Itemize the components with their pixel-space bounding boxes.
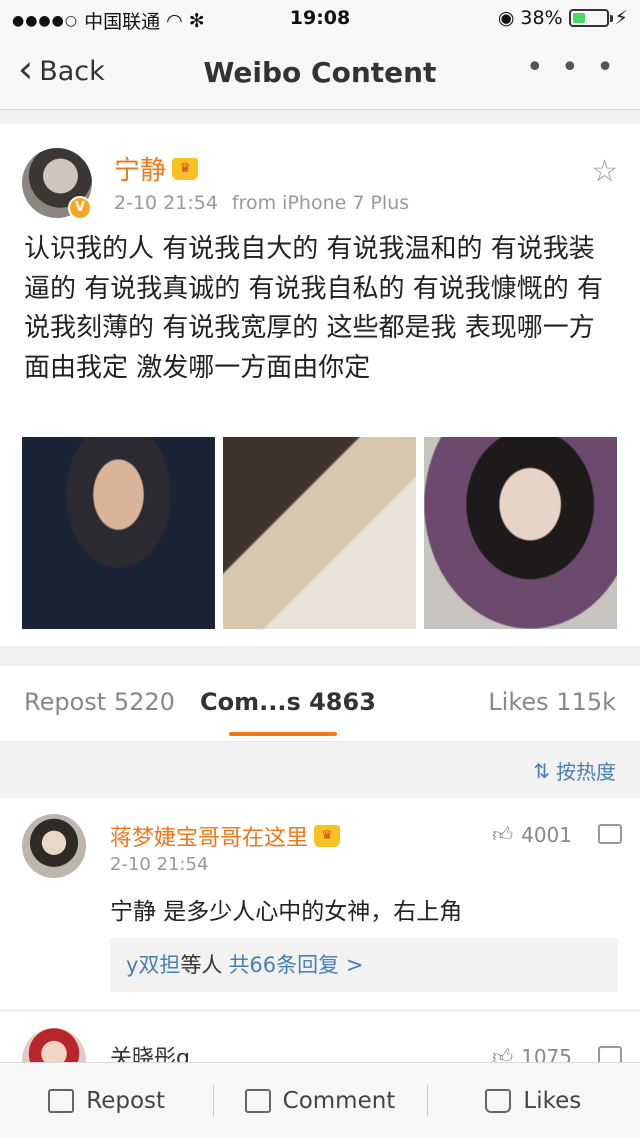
replies-preview[interactable]: y双担等人 共66条回复 >: [110, 938, 618, 992]
more-button[interactable]: • • •: [526, 50, 618, 85]
sort-label: 按热度: [556, 760, 616, 784]
repost-button[interactable]: Repost: [0, 1063, 213, 1138]
crown-icon: ♛: [172, 157, 199, 180]
comment-like-count: 4001: [521, 822, 572, 847]
sort-icon: ⇅: [533, 758, 550, 783]
post-card: V 宁静 ♛ 2-10 21:54 from iPhone 7 Plus ☆ 认…: [0, 124, 640, 646]
charging-icon: ⚡: [614, 7, 628, 29]
sort-row: ⇅ 按热度: [0, 742, 640, 798]
bottom-toolbar: Repost Comment Likes: [0, 1062, 640, 1138]
post-source: from iPhone 7 Plus: [231, 192, 410, 214]
battery-percent: 38%: [520, 7, 563, 29]
photo-grid: [22, 437, 618, 629]
photo-2[interactable]: [223, 437, 416, 629]
commenter-name[interactable]: 蒋梦婕宝哥哥在这里: [110, 820, 308, 852]
likes-label: Likes: [523, 1087, 582, 1114]
comment-icon: [244, 1088, 271, 1113]
status-bar: ●●●●○ 中国联通 ◠ ✻ 19:08 ◉ 38% ⚡: [0, 0, 640, 38]
comment-label: Comment: [282, 1087, 396, 1114]
likes-button[interactable]: Likes: [426, 1063, 640, 1138]
photo-3[interactable]: [424, 437, 617, 629]
comment-time: 2-10 21:54: [110, 854, 209, 875]
post-time: 2-10 21:54: [114, 192, 218, 214]
orientation-lock-icon: ◉: [497, 7, 515, 29]
post-tabs: Repost 5220 Com...s 4863 Likes 115k: [0, 666, 640, 742]
share-icon: [48, 1088, 75, 1113]
author-name[interactable]: 宁静: [114, 150, 166, 187]
replies-mid: 等人: [180, 953, 223, 977]
replies-total-link[interactable]: 共66条回复 >: [228, 953, 363, 977]
tab-likes[interactable]: Likes 115k: [488, 688, 616, 716]
crown-icon: ♛: [314, 825, 341, 847]
commenter-name-row[interactable]: 蒋梦婕宝哥哥在这里 ♛: [110, 820, 341, 852]
reply-icon[interactable]: [598, 824, 622, 844]
post-meta: 2-10 21:54 from iPhone 7 Plus: [114, 192, 409, 214]
author-name-row[interactable]: 宁静 ♛: [114, 150, 199, 187]
thumbs-up-icon: [485, 1088, 512, 1113]
battery-icon: [568, 9, 613, 27]
replies-who[interactable]: y双担: [126, 953, 180, 977]
active-tab-indicator: [229, 732, 337, 736]
tab-repost[interactable]: Repost 5220: [24, 688, 175, 716]
comment-button[interactable]: Comment: [213, 1063, 426, 1138]
sort-button[interactable]: ⇅ 按热度: [533, 756, 616, 785]
comment-like-button[interactable]: 👍︎ 4001: [492, 822, 572, 847]
comment-item: 蒋梦婕宝哥哥在这里 ♛ 2-10 21:54 宁静 是多少人心中的女神，右上角 …: [0, 798, 640, 1010]
status-right: ◉ 38% ⚡: [498, 7, 628, 29]
tab-comments[interactable]: Com...s 4863: [200, 688, 376, 716]
photo-1[interactable]: [22, 437, 215, 629]
thumbs-up-icon: 👍︎: [492, 822, 514, 846]
post-text: 认识我的人 有说我自大的 有说我温和的 有说我装逼的 有说我真诚的 有说我自私的…: [24, 234, 604, 383]
battery-fill: [572, 13, 585, 23]
comment-text: 宁静 是多少人心中的女神，右上角: [110, 899, 463, 925]
commenter-avatar[interactable]: [22, 814, 86, 878]
repost-label: Repost: [86, 1087, 166, 1114]
favorite-star-icon[interactable]: ☆: [591, 154, 618, 189]
verified-badge-icon: V: [68, 196, 92, 220]
nav-bar: ‹ Back Weibo Content • • •: [0, 38, 640, 110]
